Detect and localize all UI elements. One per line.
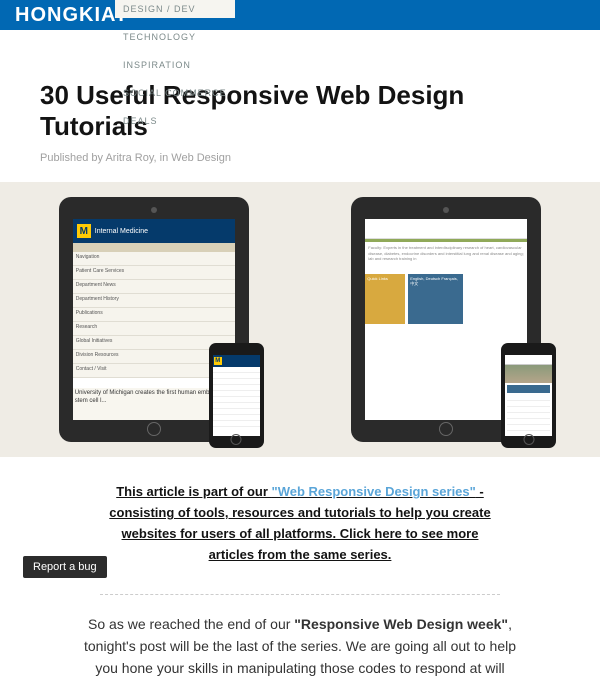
intro-block: This article is part of our "Web Respons…: [40, 457, 560, 575]
site-header: HONGKIAT: [0, 0, 600, 30]
category-link[interactable]: Web Design: [171, 152, 231, 164]
byline-mid: , in: [154, 152, 172, 164]
series-intro: This article is part of our "Web Respons…: [100, 482, 500, 565]
list-item: Research: [73, 322, 235, 336]
tablet-heading: Internal Medicine: [95, 228, 148, 235]
tablet-body-text: Faculty: Experts in the treatment and in…: [365, 242, 527, 264]
list-item: Publications: [73, 308, 235, 322]
phone-screen: M: [213, 355, 260, 436]
device-group-left: M Internal Medicine Navigation Patient Ca…: [59, 197, 249, 442]
intro-text-1: This article is part of our: [116, 484, 271, 499]
quick-links-box: Quick Links: [365, 274, 405, 324]
lang-box: English, Deutsch Français, 中文: [408, 274, 463, 324]
hero-image: M Internal Medicine Navigation Patient Ca…: [0, 182, 600, 457]
nav-design-dev[interactable]: DESIGN / DEV: [115, 0, 235, 18]
byline-prefix: Published by: [40, 152, 105, 164]
list-item: Department News: [73, 280, 235, 294]
nav-inspiration[interactable]: INSPIRATION: [115, 56, 235, 74]
main-nav: DESIGN / DEV TECHNOLOGY INSPIRATION SOCI…: [115, 0, 235, 130]
m-logo-icon: M: [214, 357, 222, 365]
list-item: Patient Care Services: [73, 266, 235, 280]
phone-mockup: M: [209, 343, 264, 448]
body-text-a: So as we reached the end of our: [88, 616, 294, 632]
section-divider: [100, 594, 500, 595]
site-logo[interactable]: HONGKIAT: [15, 4, 128, 27]
phone-screen: [505, 355, 552, 436]
article-body: So as we reached the end of our "Respons…: [40, 613, 560, 680]
device-group-right: Faculty: Experts in the treatment and in…: [351, 197, 541, 442]
report-bug-button[interactable]: Report a bug: [23, 556, 107, 578]
body-highlight: "Responsive Web Design week": [294, 616, 508, 632]
article-main: 30 Useful Responsive Web Design Tutorial…: [0, 30, 600, 700]
article-byline: Published by Aritra Roy, in Web Design: [40, 152, 560, 164]
m-logo-icon: M: [77, 224, 91, 238]
author-link[interactable]: Aritra Roy: [105, 152, 153, 164]
phone-mockup: [501, 343, 556, 448]
list-item: Navigation: [73, 252, 235, 266]
series-link[interactable]: "Web Responsive Design series": [272, 484, 476, 499]
nav-deals[interactable]: DEALS: [115, 112, 235, 130]
nav-social-commerce[interactable]: SOCIAL COMMERCE: [115, 84, 235, 102]
nav-technology[interactable]: TECHNOLOGY: [115, 28, 235, 46]
list-item: Department History: [73, 294, 235, 308]
